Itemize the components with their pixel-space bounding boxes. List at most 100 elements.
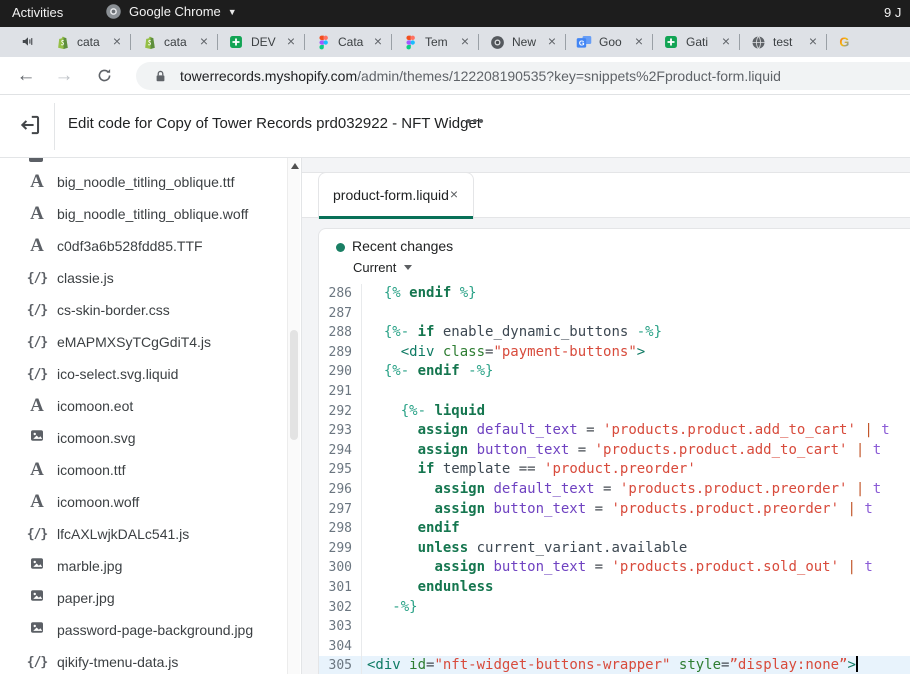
- file-item-big_noodle_titling_oblique.woff[interactable]: Abig_noodle_titling_oblique.woff: [0, 198, 287, 230]
- file-item-big_noodle_titling_oblique.ttf[interactable]: Abig_noodle_titling_oblique.ttf: [0, 166, 287, 198]
- file-name: big_noodle_titling_oblique.ttf: [57, 174, 234, 190]
- line-number: 287: [319, 304, 362, 324]
- version-dropdown[interactable]: Current: [353, 260, 412, 275]
- browser-tab-Gati[interactable]: Gati×: [653, 27, 740, 57]
- sidebar-scrollbar[interactable]: [287, 158, 300, 674]
- tab-close-icon[interactable]: ×: [370, 34, 386, 50]
- editor-pane: product-form.liquid × Recent changes Cur…: [302, 158, 910, 674]
- line-content: assign default_text = 'products.product.…: [362, 421, 910, 441]
- tab-close-icon[interactable]: ×: [109, 34, 125, 50]
- font-file-icon: A: [25, 235, 49, 257]
- line-content: {%- endif -%}: [362, 362, 910, 382]
- file-item-eMAPMXSyTCgGdiT4.js[interactable]: {/}eMAPMXSyTCgGdiT4.js: [0, 326, 287, 358]
- image-file-icon: [25, 588, 49, 608]
- image-file-icon: [25, 556, 49, 576]
- line-number: 291: [319, 382, 362, 402]
- file-item-icomoon.svg[interactable]: icomoon.svg: [0, 422, 287, 454]
- line-number: 293: [319, 421, 362, 441]
- code-editor[interactable]: 286 {% endif %}287288 {%- if enable_dyna…: [319, 284, 910, 674]
- browser-tab-Cata[interactable]: Cata×: [305, 27, 392, 57]
- audio-indicator-icon[interactable]: [20, 34, 38, 50]
- tab-close-icon[interactable]: ×: [631, 34, 647, 50]
- browser-tab-last[interactable]: G: [827, 27, 910, 57]
- tab-close-icon[interactable]: ×: [805, 34, 821, 50]
- shopify-favicon-icon: [141, 34, 157, 50]
- file-item-lfcAXLwjkDALc541.js[interactable]: {/}lfcAXLwjkDALc541.js: [0, 518, 287, 550]
- file-item-cs-skin-border.css[interactable]: {/}cs-skin-border.css: [0, 294, 287, 326]
- code-line-291: 291: [319, 382, 910, 402]
- font-file-icon: A: [25, 459, 49, 481]
- recent-changes-section: Recent changes Current: [319, 229, 910, 284]
- browser-tab-test[interactable]: test×: [740, 27, 827, 57]
- code-line-300: 300 assign button_text = 'products.produ…: [319, 558, 910, 578]
- close-icon[interactable]: ×: [445, 186, 463, 204]
- tab-title: cata: [77, 35, 109, 49]
- image-file-icon: [25, 620, 49, 640]
- code-line-287: 287: [319, 304, 910, 324]
- forward-button[interactable]: →: [52, 64, 76, 88]
- line-number: 298: [319, 519, 362, 539]
- globe-favicon-icon: [750, 34, 766, 50]
- line-content: -%}: [362, 598, 910, 618]
- reload-button[interactable]: [92, 64, 116, 88]
- line-number: 304: [319, 637, 362, 657]
- file-tab-product-form[interactable]: product-form.liquid ×: [318, 172, 474, 219]
- page-title: Edit code for Copy of Tower Records prd0…: [68, 115, 481, 132]
- file-item-icomoon.eot[interactable]: Aicomoon.eot: [0, 390, 287, 422]
- browser-tab-DEV[interactable]: DEV×: [218, 27, 305, 57]
- tab-close-icon[interactable]: ×: [283, 34, 299, 50]
- tab-close-icon[interactable]: ×: [457, 34, 473, 50]
- more-options-button[interactable]: •••: [462, 109, 489, 134]
- code-line-295: 295 if template == 'product.preorder': [319, 460, 910, 480]
- translate-favicon-icon: G: [576, 34, 592, 50]
- code-file-icon: {/}: [25, 271, 49, 286]
- line-number: 295: [319, 460, 362, 480]
- line-content: [362, 382, 910, 402]
- file-item-partial[interactable]: [29, 158, 43, 162]
- app-menu[interactable]: Google Chrome ▼: [105, 3, 237, 20]
- lock-icon[interactable]: [154, 69, 167, 88]
- browser-tab-cata[interactable]: cata×: [44, 27, 131, 57]
- exit-code-editor-button[interactable]: [18, 113, 44, 139]
- line-content: endunless: [362, 578, 910, 598]
- activities-button[interactable]: Activities: [12, 5, 63, 20]
- browser-tab-New[interactable]: New×: [479, 27, 566, 57]
- file-item-icomoon.woff[interactable]: Aicomoon.woff: [0, 486, 287, 518]
- browser-tab-Tem[interactable]: Tem×: [392, 27, 479, 57]
- file-item-ico-select.svg.liquid[interactable]: {/}ico-select.svg.liquid: [0, 358, 287, 390]
- system-top-bar: Activities Google Chrome ▼ 9 J: [0, 0, 910, 27]
- version-dropdown-label: Current: [353, 260, 396, 275]
- recent-changes-label: Recent changes: [352, 238, 453, 254]
- file-item-qikify-tmenu-data.js[interactable]: {/}qikify-tmenu-data.js: [0, 646, 287, 674]
- line-number: 300: [319, 558, 362, 578]
- code-line-298: 298 endif: [319, 519, 910, 539]
- file-item-password-page-background.jpg[interactable]: password-page-background.jpg: [0, 614, 287, 646]
- line-content: {%- if enable_dynamic_buttons -%}: [362, 323, 910, 343]
- line-number: 305: [319, 656, 362, 674]
- browser-tab-Goo[interactable]: GGoo×: [566, 27, 653, 57]
- file-name: c0df3a6b528fdd85.TTF: [57, 238, 203, 254]
- scroll-up-arrow-icon[interactable]: [291, 163, 299, 169]
- line-content: <div id="nft-widget-buttons-wrapper" sty…: [362, 656, 910, 674]
- file-item-classie.js[interactable]: {/}classie.js: [0, 262, 287, 294]
- file-item-icomoon.ttf[interactable]: Aicomoon.ttf: [0, 454, 287, 486]
- line-content: [362, 617, 910, 637]
- file-item-c0df3a6b528fdd85.TTF[interactable]: Ac0df3a6b528fdd85.TTF: [0, 230, 287, 262]
- tab-close-icon[interactable]: ×: [718, 34, 734, 50]
- clock[interactable]: 9 J: [884, 5, 901, 20]
- code-file-icon: {/}: [25, 527, 49, 542]
- file-item-paper.jpg[interactable]: paper.jpg: [0, 582, 287, 614]
- line-content: assign button_text = 'products.product.a…: [362, 441, 910, 461]
- tab-close-icon[interactable]: ×: [196, 34, 212, 50]
- scrollbar-thumb[interactable]: [290, 330, 298, 440]
- active-tab-underline: [319, 216, 473, 219]
- file-item-marble.jpg[interactable]: marble.jpg: [0, 550, 287, 582]
- back-button[interactable]: ←: [14, 64, 38, 88]
- url-bar[interactable]: towerrecords.myshopify.com/admin/themes/…: [136, 62, 910, 90]
- browser-tab-cata[interactable]: cata×: [131, 27, 218, 57]
- line-number: 297: [319, 500, 362, 520]
- tab-close-icon[interactable]: ×: [544, 34, 560, 50]
- code-line-292: 292 {%- liquid: [319, 402, 910, 422]
- file-name: icomoon.svg: [57, 430, 136, 446]
- tab-title: New: [512, 35, 544, 49]
